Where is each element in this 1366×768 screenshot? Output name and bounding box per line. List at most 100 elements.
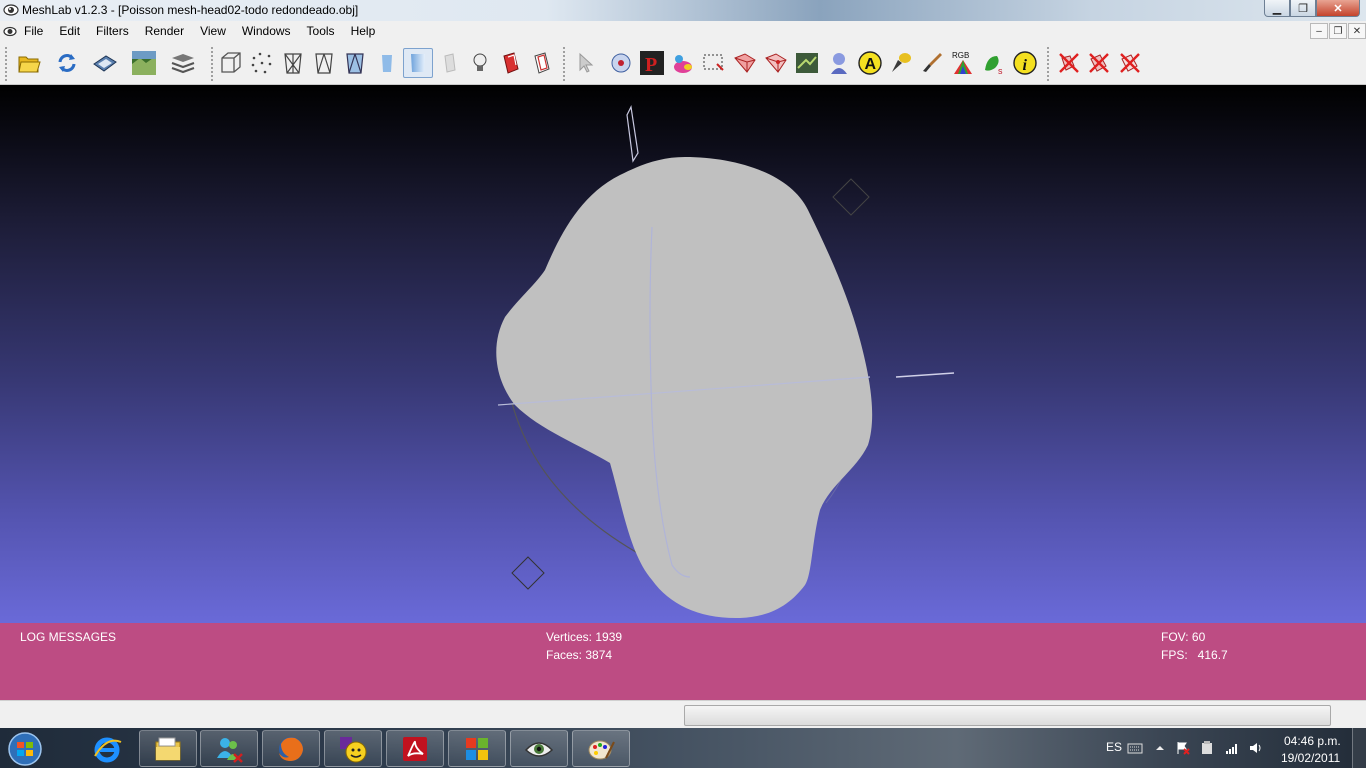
- open-button[interactable]: [14, 48, 44, 78]
- mesh-canvas[interactable]: [0, 85, 1366, 623]
- taskbar-paint[interactable]: [572, 730, 630, 767]
- taskbar-firefox[interactable]: [262, 730, 320, 767]
- annotate-button[interactable]: A: [855, 48, 885, 78]
- color-bunny-button[interactable]: [668, 48, 698, 78]
- clock-date[interactable]: 19/02/2011: [1281, 751, 1340, 765]
- menu-file[interactable]: File: [16, 21, 51, 42]
- measure-head-button[interactable]: [824, 48, 854, 78]
- taskbar-file-explorer[interactable]: [139, 730, 197, 767]
- toolbar: P A RGB s i: [0, 42, 1366, 85]
- close-button[interactable]: ✕: [1316, 0, 1360, 17]
- taskbar-messenger[interactable]: [200, 730, 258, 767]
- hidden-lines-button[interactable]: [309, 48, 339, 78]
- isoparam-button[interactable]: s: [979, 48, 1009, 78]
- start-orb-icon[interactable]: [4, 730, 46, 768]
- paint-p-button[interactable]: P: [637, 48, 667, 78]
- select-region-button[interactable]: [699, 48, 729, 78]
- toolbar-handle[interactable]: [4, 46, 8, 82]
- pick-points-button[interactable]: [606, 48, 636, 78]
- measure-head-icon: [831, 53, 847, 74]
- menu-filters[interactable]: Filters: [88, 21, 137, 42]
- select-vertices-button[interactable]: [761, 48, 791, 78]
- wireframe-button[interactable]: [278, 48, 308, 78]
- delete-faces-button[interactable]: [1084, 48, 1114, 78]
- file-explorer-icon: [155, 737, 181, 760]
- 3d-viewport[interactable]: [0, 85, 1366, 623]
- info-button[interactable]: i: [1010, 48, 1040, 78]
- reload-button[interactable]: [52, 48, 82, 78]
- gizmo-bottom-handle[interactable]: [511, 556, 545, 590]
- document-window-controls: – ❐ ✕: [1309, 23, 1366, 39]
- pick-points-icon: [611, 53, 631, 73]
- clock-time[interactable]: 04:46 p.m.: [1284, 734, 1341, 748]
- menu-view[interactable]: View: [192, 21, 234, 42]
- select-faces-button[interactable]: [730, 48, 760, 78]
- points-icon: [251, 52, 272, 74]
- taskbar-meshlab[interactable]: [510, 730, 568, 767]
- network-signal-icon[interactable]: [1224, 740, 1240, 756]
- menu-render[interactable]: Render: [137, 21, 192, 42]
- menu-edit[interactable]: Edit: [51, 21, 88, 42]
- open-icon: [18, 56, 41, 73]
- points-button[interactable]: [247, 48, 277, 78]
- svg-text:A: A: [865, 56, 877, 73]
- save-button[interactable]: [90, 48, 120, 78]
- show-desktop-button[interactable]: [1352, 728, 1366, 768]
- flat-lines-button[interactable]: [340, 48, 370, 78]
- menu-help[interactable]: Help: [343, 21, 384, 42]
- snapshot-icon: [132, 51, 156, 75]
- taskbar-windows-update[interactable]: [448, 730, 506, 767]
- toolbar-handle[interactable]: [1046, 46, 1050, 82]
- mesh-model[interactable]: [496, 157, 873, 619]
- smooth-button[interactable]: [403, 48, 433, 78]
- isoparam-icon: s: [985, 56, 1003, 76]
- language-indicator[interactable]: ES: [1106, 740, 1122, 768]
- flat-lines-icon: [346, 53, 364, 74]
- paint-p-icon: P: [640, 51, 664, 76]
- log-title: LOG MESSAGES: [20, 630, 117, 644]
- delete-selected-button[interactable]: [1054, 48, 1084, 78]
- brush-button[interactable]: [917, 48, 947, 78]
- delete-vertices-icon: [1120, 53, 1140, 73]
- bounding-box-icon: [221, 52, 241, 73]
- taskbar-yahoo-messenger[interactable]: [324, 730, 382, 767]
- gizmo-right-handle[interactable]: [832, 178, 870, 216]
- reload-icon: [58, 54, 76, 72]
- keyboard-icon[interactable]: [1127, 740, 1143, 756]
- svg-text:i: i: [1023, 57, 1028, 74]
- z-paint-button[interactable]: [886, 48, 916, 78]
- minimize-button[interactable]: ▁: [1264, 0, 1290, 17]
- device-icon[interactable]: [1199, 740, 1215, 756]
- snapshot-button[interactable]: [129, 48, 159, 78]
- menu-tools[interactable]: Tools: [299, 21, 343, 42]
- trackball-axis-tick: [895, 372, 955, 378]
- texture-button[interactable]: [435, 48, 465, 78]
- taskbar-internet-explorer[interactable]: [78, 730, 136, 767]
- gizmo-top-handle[interactable]: [626, 105, 639, 163]
- rgb-button[interactable]: RGB: [948, 48, 978, 78]
- align-button[interactable]: [792, 48, 822, 78]
- document-minimize-button[interactable]: –: [1310, 23, 1328, 39]
- toolbar-handle[interactable]: [210, 46, 214, 82]
- layers-button[interactable]: [168, 48, 198, 78]
- restore-button[interactable]: ❐: [1290, 0, 1316, 17]
- fov-value: FOV: 60: [1161, 630, 1206, 644]
- toolbar-handle[interactable]: [562, 46, 566, 82]
- backface-button[interactable]: [496, 48, 526, 78]
- double-side-button[interactable]: [527, 48, 557, 78]
- bounding-box-button[interactable]: [216, 48, 246, 78]
- document-restore-button[interactable]: ❐: [1329, 23, 1347, 39]
- svg-text:s: s: [998, 66, 1003, 76]
- delete-vertices-button[interactable]: [1115, 48, 1145, 78]
- menu-windows[interactable]: Windows: [234, 21, 299, 42]
- windows-update-icon: [466, 737, 488, 760]
- flat-button[interactable]: [372, 48, 402, 78]
- messenger-icon: [217, 737, 243, 763]
- manipulator-button[interactable]: [570, 48, 600, 78]
- document-close-button[interactable]: ✕: [1348, 23, 1366, 39]
- action-center-flag-icon[interactable]: [1175, 740, 1191, 756]
- volume-icon[interactable]: [1248, 740, 1264, 756]
- light-button[interactable]: [465, 48, 495, 78]
- show-hidden-icons-chevron-icon[interactable]: [1152, 740, 1168, 756]
- taskbar-acrobat[interactable]: [386, 730, 444, 767]
